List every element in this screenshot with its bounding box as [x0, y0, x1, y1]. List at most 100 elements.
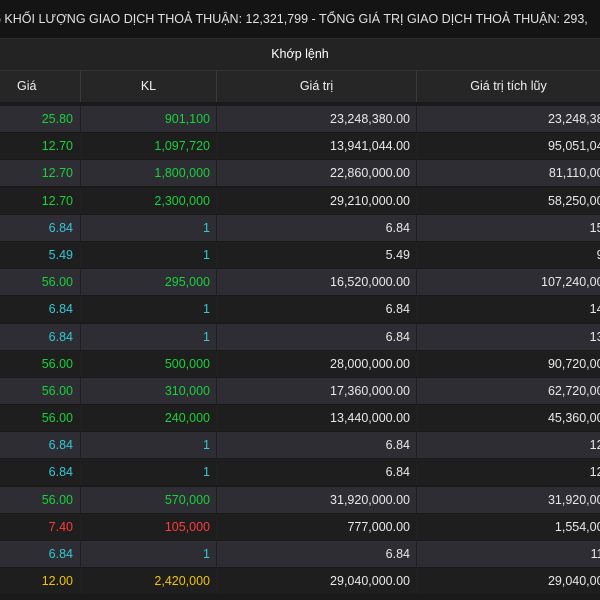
- cumulative-value-text: 150.: [589, 220, 600, 235]
- volume-cell: 1: [81, 432, 217, 459]
- cumulative-value-cell: 45,360,000.: [417, 405, 600, 431]
- table-row[interactable]: 6.8416.84 143.: [0, 296, 600, 323]
- price-cell: 12.70: [0, 133, 81, 160]
- cumulative-value-text: 136.: [589, 329, 600, 344]
- matched-orders-group-header: Khớp lệnh: [0, 38, 600, 70]
- volume-cell: 105,000: [81, 513, 217, 540]
- cumulative-value-text: 31,920,000.: [547, 492, 600, 507]
- table-row[interactable]: 6.8416.84 116.: [0, 541, 600, 567]
- value-cell: 29,040,000.00: [217, 568, 417, 595]
- value-cell: 13,440,000.00: [217, 405, 417, 432]
- cumulative-value-text: 93.: [597, 248, 600, 262]
- price-cell: 6.84: [0, 296, 81, 323]
- cumulative-value-column-header[interactable]: Giá trị tích lũy: [417, 71, 600, 102]
- cumulative-value-cell: 129.: [417, 432, 600, 458]
- table-row[interactable]: 56.00295,00016,520,000.00 107,240,000.: [0, 269, 600, 296]
- table-row[interactable]: 7.40105,000777,000.00 1,554,000.: [0, 513, 600, 540]
- column-headers: Giá KL Giá trị Giá trị tích lũy: [0, 70, 600, 106]
- cumulative-value-text: 23,248,380.: [547, 112, 600, 126]
- volume-cell: 1: [81, 214, 217, 241]
- value-cell: 16,520,000.00: [217, 269, 417, 296]
- table-row[interactable]: 12.702,300,00029,210,000.00 58,250,000.: [0, 187, 600, 214]
- table-row[interactable]: 6.8416.84 136.: [0, 323, 600, 350]
- table-row[interactable]: 12.002,420,00029,040,000.00 29,040,000.: [0, 568, 600, 595]
- price-cell: 56.00: [0, 377, 81, 404]
- price-cell: 6.84: [0, 214, 81, 241]
- value-cell: 6.84: [217, 459, 417, 486]
- price-cell: 7.40: [0, 513, 81, 540]
- cumulative-value-text: 143.: [589, 302, 600, 317]
- cumulative-value-cell: 1,554,000.: [417, 514, 600, 540]
- value-cell: 6.84: [217, 296, 417, 323]
- value-cell: 6.84: [217, 214, 417, 241]
- cumulative-value-cell: 29,040,000.: [417, 568, 600, 594]
- value-cell: 23,248,380.00: [217, 106, 417, 132]
- volume-cell: 1: [81, 296, 217, 323]
- cumulative-value-cell: 90,720,000.: [417, 351, 600, 377]
- table-row[interactable]: 6.8416.84 123.: [0, 459, 600, 486]
- volume-cell: 2,420,000: [81, 568, 217, 595]
- value-cell: 6.84: [217, 323, 417, 350]
- price-cell: 6.84: [0, 432, 81, 459]
- cumulative-value-text: 62,720,000.: [547, 383, 600, 398]
- table-row[interactable]: 6.8416.84 129.: [0, 432, 600, 459]
- price-cell: 5.49: [0, 241, 81, 268]
- table-row[interactable]: 56.00240,00013,440,000.00 45,360,000.: [0, 405, 600, 432]
- cumulative-value-cell: 58,250,000.: [417, 188, 600, 214]
- cumulative-value-cell: 23,248,380.: [417, 106, 600, 132]
- table-row[interactable]: 12.701,097,72013,941,044.00 95,051,044.: [0, 133, 600, 160]
- cumulative-value-cell: 136.: [417, 324, 600, 350]
- volume-cell: 1,097,720: [81, 133, 217, 160]
- volume-column-header[interactable]: KL: [81, 71, 217, 102]
- price-cell: 56.00: [0, 269, 81, 296]
- cumulative-value-text: 123.: [589, 465, 600, 480]
- table-row[interactable]: 56.00570,00031,920,000.00 31,920,000.: [0, 486, 600, 513]
- cumulative-value-text: 90,720,000.: [547, 356, 600, 371]
- cumulative-value-cell: 107,240,000.: [417, 269, 600, 295]
- cumulative-value-text: 81,110,000.: [548, 166, 600, 181]
- price-cell: 12.70: [0, 187, 81, 214]
- cumulative-value-cell: 81,110,000.: [417, 160, 600, 186]
- value-cell: 13,941,044.00: [217, 133, 417, 160]
- volume-cell: 310,000: [81, 377, 217, 404]
- volume-cell: 901,100: [81, 106, 217, 132]
- price-cell: 25.80: [0, 106, 81, 132]
- volume-cell: 2,300,000: [81, 187, 217, 214]
- value-cell: 31,920,000.00: [217, 486, 417, 513]
- price-cell: 12.00: [0, 568, 81, 595]
- cumulative-value-text: 29,040,000.: [547, 574, 600, 589]
- volume-cell: 295,000: [81, 269, 217, 296]
- cumulative-value-cell: 116.: [417, 541, 600, 567]
- price-column-header[interactable]: Giá: [0, 71, 81, 102]
- value-cell: 22,860,000.00: [217, 160, 417, 187]
- cumulative-value-text: 129.: [589, 438, 600, 453]
- cumulative-value-text: 95,051,044.: [547, 139, 600, 154]
- volume-cell: 570,000: [81, 486, 217, 513]
- price-cell: 12.70: [0, 160, 81, 187]
- price-cell: 6.84: [0, 541, 81, 567]
- value-cell: 5.49: [217, 241, 417, 268]
- table-row[interactable]: 25.80901,10023,248,380.00 23,248,380.: [0, 106, 600, 132]
- cumulative-value-cell: 143.: [417, 296, 600, 322]
- matched-orders-table-body: 25.80901,10023,248,380.00 23,248,380. 12.7…: [0, 106, 600, 595]
- cumulative-value-cell: 93.: [417, 242, 600, 268]
- value-cell: 6.84: [217, 432, 417, 459]
- cumulative-value-cell: 62,720,000.: [417, 378, 600, 404]
- cumulative-value-text: 107,240,000.: [541, 275, 600, 290]
- cumulative-value-text: 1,554,000.: [554, 519, 600, 534]
- value-cell: 28,000,000.00: [217, 350, 417, 377]
- volume-cell: 240,000: [81, 405, 217, 432]
- price-cell: 56.00: [0, 405, 81, 432]
- value-column-header[interactable]: Giá trị: [217, 71, 417, 102]
- table-row[interactable]: 12.701,800,00022,860,000.00 81,110,000.: [0, 160, 600, 187]
- cumulative-value-cell: 95,051,044.: [417, 133, 600, 159]
- cumulative-value-cell: 150.: [417, 215, 600, 241]
- table-row[interactable]: 56.00310,00017,360,000.00 62,720,000.: [0, 377, 600, 404]
- table-row[interactable]: 5.4915.49 93.: [0, 241, 600, 268]
- volume-cell: 1: [81, 541, 217, 567]
- table-row[interactable]: 6.8416.84 150.: [0, 214, 600, 241]
- table-row[interactable]: 56.00500,00028,000,000.00 90,720,000.: [0, 350, 600, 377]
- price-cell: 56.00: [0, 486, 81, 513]
- value-cell: 6.84: [217, 541, 417, 567]
- value-cell: 29,210,000.00: [217, 187, 417, 214]
